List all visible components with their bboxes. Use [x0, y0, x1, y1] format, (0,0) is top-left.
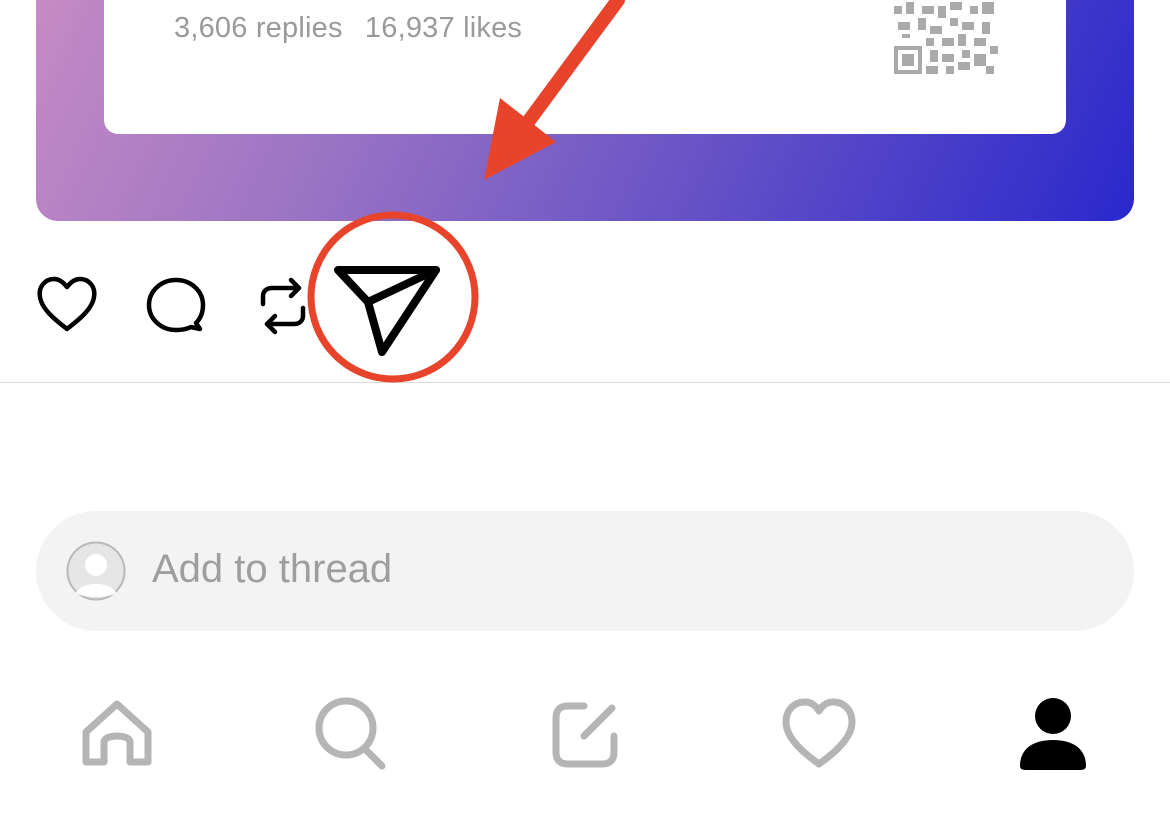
post-preview: 3,606 replies 16,937 likes [104, 0, 1066, 134]
shared-post-card[interactable]: 3,606 replies 16,937 likes [36, 0, 1134, 221]
post-stats: 3,606 replies 16,937 likes [174, 12, 536, 45]
speech-bubble-icon[interactable] [145, 276, 207, 336]
section-divider [0, 382, 1170, 383]
home-icon[interactable] [72, 690, 162, 780]
likes-count: 16,937 likes [364, 12, 523, 44]
profile-icon[interactable] [1008, 690, 1098, 780]
heart-icon[interactable] [36, 275, 98, 335]
avatar [66, 541, 126, 601]
post-actions [0, 240, 1170, 382]
paper-plane-icon[interactable] [332, 264, 444, 360]
qr-code-icon [894, 0, 998, 74]
repost-icon[interactable] [255, 276, 311, 336]
search-icon[interactable] [306, 690, 396, 780]
compose-icon[interactable] [540, 690, 630, 780]
bottom-tab-bar [0, 690, 1170, 790]
thread-placeholder: Add to thread [152, 547, 393, 591]
replies-count: 3,606 replies [174, 12, 343, 44]
add-to-thread-field[interactable]: Add to thread [36, 511, 1134, 631]
activity-heart-icon[interactable] [774, 690, 864, 780]
